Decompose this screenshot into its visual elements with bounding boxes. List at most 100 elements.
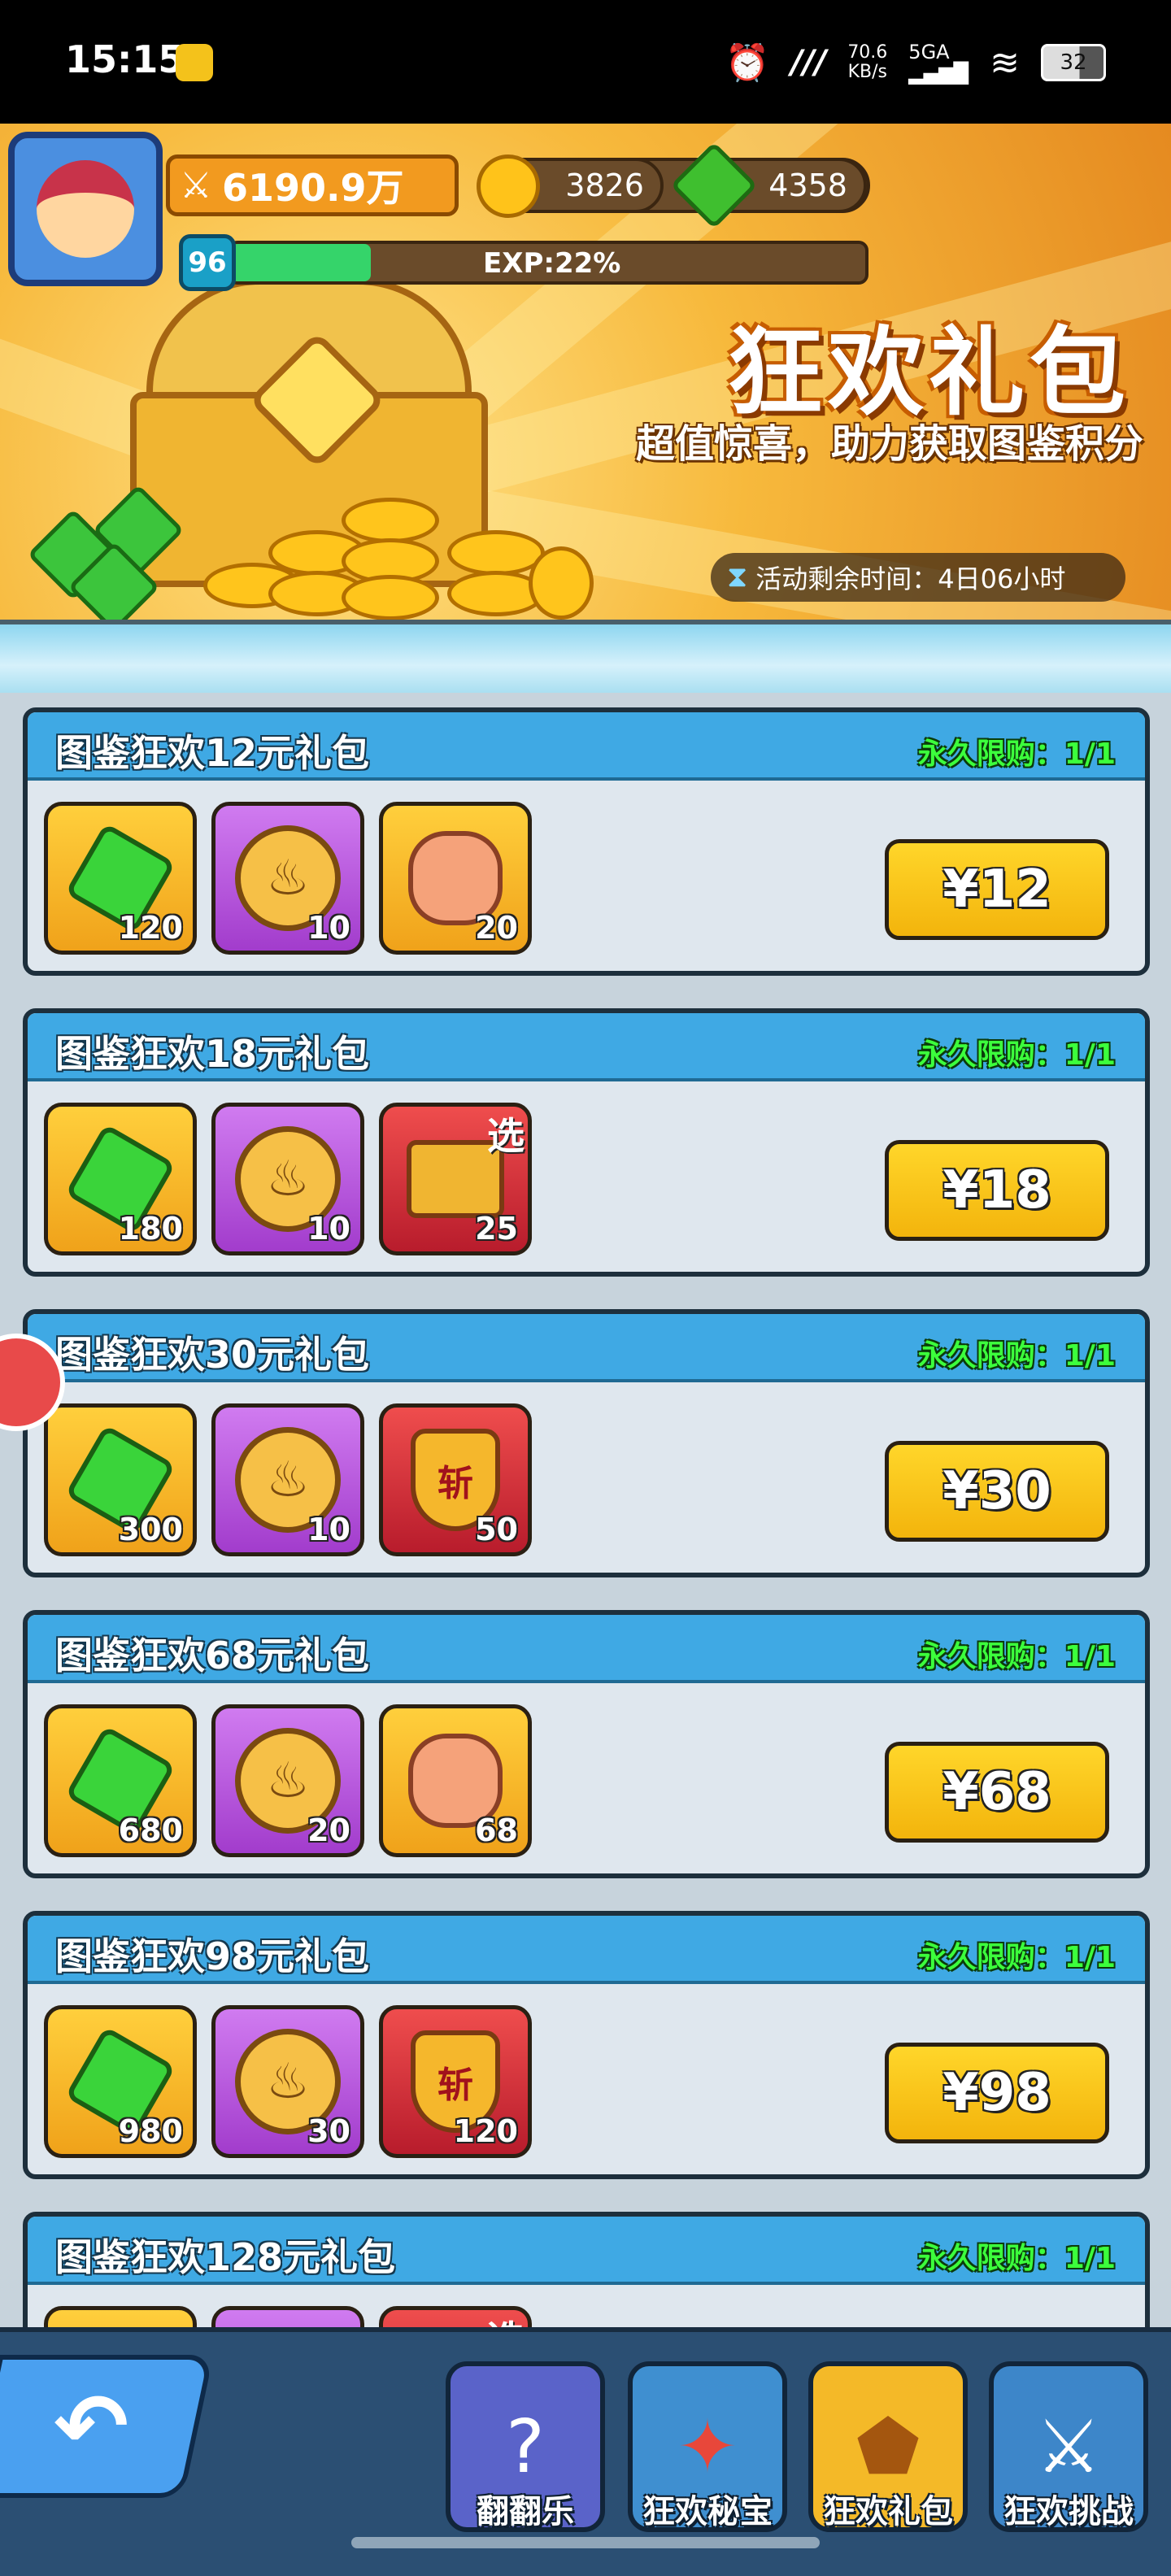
pack-items: 680 ♨ 20 68	[44, 1704, 532, 1857]
player-avatar[interactable]	[8, 132, 163, 286]
event-timer-label: 活动剩余时间：4日06小时	[755, 564, 1066, 594]
tab-label: 狂欢挑战	[1003, 2493, 1134, 2530]
select-tag: 选	[487, 1114, 525, 1158]
purchase-limit: 永久限购：1/1	[917, 1640, 1116, 1673]
buy-button[interactable]: ¥68	[885, 1742, 1109, 1843]
reward-quantity: 120	[118, 910, 183, 946]
banner-subtitle: 超值惊喜，助力获取图鉴积分	[635, 421, 1143, 467]
gem-counter-box[interactable]: 4358	[670, 141, 867, 229]
exp-label: EXP:22%	[483, 247, 621, 280]
reward-slot[interactable]	[44, 2306, 197, 2327]
status-bar: 15:15 ⏰ /// 70.6 KB/s 5GA ▂▄▆█ ≋ 32	[0, 0, 1171, 124]
battery-icon: 32	[1041, 44, 1106, 81]
reward-slot[interactable]: 选	[379, 2306, 532, 2327]
purchase-limit: 永久限购：1/1	[917, 2242, 1116, 2275]
reward-quantity: 30	[307, 2113, 350, 2149]
tab-label: 狂欢秘宝	[642, 2493, 773, 2530]
level-badge: 96	[179, 234, 236, 291]
reward-slot[interactable]: 180	[44, 1103, 197, 1255]
event-banner: ⚔ 6190.9万 3826 4358 EXP:22% 96 狂欢礼包 超值惊喜…	[0, 124, 1171, 620]
reward-slot[interactable]: 选 25	[379, 1103, 532, 1255]
reward-slot[interactable]: 斩 120	[379, 2005, 532, 2158]
reward-slot[interactable]: 980	[44, 2005, 197, 2158]
reward-slot[interactable]: ♨ 30	[211, 2005, 364, 2158]
pack-list[interactable]: 图鉴狂欢12元礼包 永久限购：1/1 120 ♨ 10 20 ¥12 图鉴狂欢18元礼包 永久限…	[0, 693, 1171, 2327]
reward-quantity: 10	[307, 910, 350, 946]
tab-label: 狂欢礼包	[823, 2493, 953, 2530]
reward-slot[interactable]: ♨ 20	[211, 1704, 364, 1857]
pack-card: 图鉴狂欢12元礼包 永久限购：1/1 120 ♨ 10 20 ¥12	[23, 707, 1150, 976]
sword-icon: ⚔	[180, 164, 212, 207]
reward-quantity: 20	[307, 1812, 350, 1848]
app-notification-icon	[176, 44, 213, 81]
buy-button[interactable]: ¥18	[885, 1140, 1109, 1241]
reward-slot[interactable]: 300	[44, 1403, 197, 1556]
pack-name: 图鉴狂欢128元礼包	[55, 2235, 396, 2279]
reward-quantity: 180	[118, 1211, 183, 1247]
reward-quantity: 10	[307, 1211, 350, 1247]
reward-quantity: 980	[118, 2113, 183, 2149]
hourglass-icon: ⧗	[727, 560, 748, 594]
signal-icon: 5GA ▂▄▆█	[908, 41, 969, 85]
reward-quantity: 50	[475, 1512, 518, 1547]
pack-items: 180 ♨ 10 选 25	[44, 1103, 532, 1255]
alarm-icon: ⏰	[725, 42, 770, 84]
reward-slot[interactable]: 20	[379, 802, 532, 955]
combat-power-value: 6190.9万	[222, 166, 404, 210]
carrier-icon: ///	[790, 44, 827, 81]
coin-pile-illustration	[203, 481, 626, 620]
wifi-icon: ≋	[990, 41, 1020, 84]
reward-slot[interactable]: 680	[44, 1704, 197, 1857]
tab-carnival-challenge[interactable]: ⚔ 狂欢挑战	[989, 2361, 1148, 2573]
reward-quantity: 120	[453, 2113, 518, 2149]
buy-button[interactable]: ¥12	[885, 839, 1109, 940]
pack-name: 图鉴狂欢30元礼包	[55, 1333, 370, 1377]
reward-slot[interactable]: 68	[379, 1704, 532, 1857]
reward-slot[interactable]: 120	[44, 802, 197, 955]
pack-items: 120 ♨ 10 20	[44, 802, 532, 955]
status-icons: ⏰ /// 70.6 KB/s 5GA ▂▄▆█ ≋ 32	[725, 34, 1106, 91]
purchase-limit: 永久限购：1/1	[917, 738, 1116, 771]
gem-pile-illustration	[27, 473, 195, 620]
pack-items: 980 ♨ 30 斩 120	[44, 2005, 532, 2158]
reward-quantity: 20	[475, 910, 518, 946]
pack-name: 图鉴狂欢68元礼包	[55, 1634, 370, 1677]
reward-slot[interactable]: ♨	[211, 2306, 364, 2327]
back-arrow-icon: ↶	[53, 2374, 129, 2478]
gold-coin-icon	[477, 154, 540, 218]
pack-header: 图鉴狂欢98元礼包 永久限购：1/1	[28, 1916, 1145, 1984]
pack-card: 图鉴狂欢18元礼包 永久限购：1/1 180 ♨ 10 选 25 ¥18	[23, 1008, 1150, 1277]
pack-card: 图鉴狂欢98元礼包 永久限购：1/1 980 ♨ 30 斩 120 ¥98	[23, 1911, 1150, 2179]
pack-header: 图鉴狂欢30元礼包 永久限购：1/1	[28, 1314, 1145, 1382]
pack-items: ♨选	[44, 2306, 532, 2327]
tab-carnival-pack[interactable]: ⬟ 狂欢礼包	[808, 2361, 968, 2573]
pack-header: 图鉴狂欢12元礼包 永久限购：1/1	[28, 712, 1145, 781]
reward-quantity: 25	[475, 1211, 518, 1247]
buy-button[interactable]: ¥30	[885, 1441, 1109, 1542]
pack-header: 图鉴狂欢128元礼包 永久限购：1/1	[28, 2217, 1145, 2285]
reward-slot[interactable]: ♨ 10	[211, 1403, 364, 1556]
purchase-limit: 永久限购：1/1	[917, 1339, 1116, 1373]
exp-bar: EXP:22%	[228, 241, 868, 285]
reward-slot[interactable]: ♨ 10	[211, 802, 364, 955]
home-indicator[interactable]	[351, 2537, 820, 2548]
tab-label: 翻翻乐	[477, 2493, 574, 2530]
section-divider	[0, 620, 1171, 693]
coin-counter-box[interactable]: 3826	[477, 154, 664, 218]
combat-power: ⚔ 6190.9万	[166, 154, 459, 216]
pack-header: 图鉴狂欢18元礼包 永久限购：1/1	[28, 1013, 1145, 1081]
coin-amount: 3826	[565, 168, 644, 203]
buy-button[interactable]: ¥98	[885, 2043, 1109, 2143]
reward-slot[interactable]: ♨ 10	[211, 1103, 364, 1255]
back-button[interactable]: ↶	[0, 2355, 214, 2498]
pack-card: 图鉴狂欢128元礼包永久限购：1/1♨选	[23, 2212, 1150, 2327]
pack-card: 图鉴狂欢68元礼包 永久限购：1/1 680 ♨ 20 68 ¥68	[23, 1610, 1150, 1878]
purchase-limit: 永久限购：1/1	[917, 1038, 1116, 1072]
event-timer: ⧗ 活动剩余时间：4日06小时	[711, 553, 1125, 602]
network-speed: 70.6 KB/s	[847, 42, 888, 82]
reward-quantity: 10	[307, 1512, 350, 1547]
banner-title: 狂欢礼包	[726, 316, 1130, 429]
status-time: 15:15	[65, 37, 185, 81]
gem-amount: 4358	[768, 168, 847, 203]
reward-slot[interactable]: 斩 50	[379, 1403, 532, 1556]
